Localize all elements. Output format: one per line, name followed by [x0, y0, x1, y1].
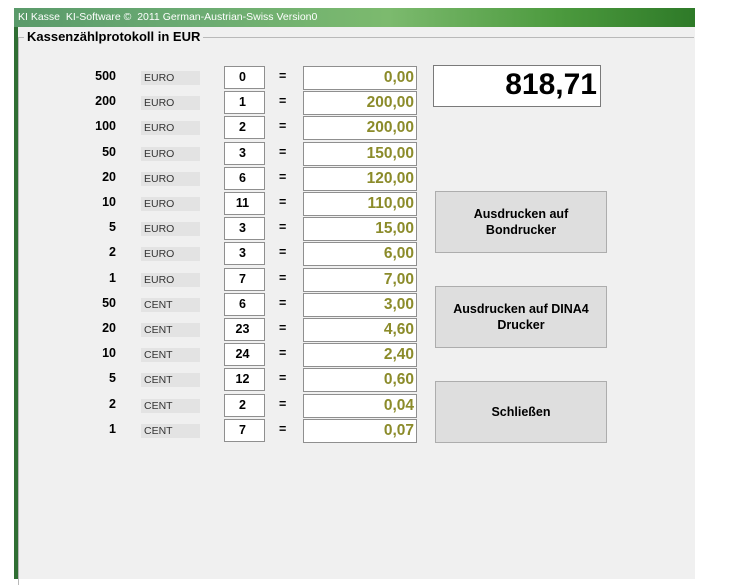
- amount-field: 2,40: [303, 343, 417, 367]
- denomination-label: 50: [102, 296, 116, 310]
- equals-sign: =: [279, 371, 287, 385]
- amount-field: 0,07: [303, 419, 417, 443]
- print-a4-button[interactable]: Ausdrucken auf DINA4 Drucker: [435, 286, 607, 348]
- count-input[interactable]: 6: [224, 293, 265, 316]
- denomination-label: 10: [102, 195, 116, 209]
- denomination-row: 50 EURO 3 = 150,00: [0, 142, 756, 166]
- denomination-row: 5 CENT 12 = 0,60: [0, 368, 756, 392]
- equals-sign: =: [279, 94, 287, 108]
- amount-field: 15,00: [303, 217, 417, 241]
- amount-field: 4,60: [303, 318, 417, 342]
- denomination-label: 10: [102, 346, 116, 360]
- denomination-label: 5: [109, 220, 116, 234]
- denomination-label: 5: [109, 371, 116, 385]
- total-display: 818,71: [433, 65, 601, 107]
- denomination-label: 2: [109, 397, 116, 411]
- amount-field: 0,00: [303, 66, 417, 90]
- unit-label: EURO: [141, 71, 200, 85]
- denomination-row: 20 EURO 6 = 120,00: [0, 167, 756, 191]
- equals-sign: =: [279, 346, 287, 360]
- count-input[interactable]: 1: [224, 91, 265, 114]
- amount-field: 150,00: [303, 142, 417, 166]
- amount-field: 6,00: [303, 242, 417, 266]
- denomination-label: 100: [95, 119, 116, 133]
- denomination-row: 100 EURO 2 = 200,00: [0, 116, 756, 140]
- denomination-label: 50: [102, 145, 116, 159]
- unit-label: EURO: [141, 222, 200, 236]
- denomination-row: 10 EURO 11 = 110,00: [0, 192, 756, 216]
- amount-field: 110,00: [303, 192, 417, 216]
- equals-sign: =: [279, 245, 287, 259]
- count-input[interactable]: 0: [224, 66, 265, 89]
- equals-sign: =: [279, 271, 287, 285]
- count-input[interactable]: 7: [224, 419, 265, 442]
- denomination-row: 50 CENT 6 = 3,00: [0, 293, 756, 317]
- count-input[interactable]: 7: [224, 268, 265, 291]
- count-input[interactable]: 3: [224, 217, 265, 240]
- denomination-label: 1: [109, 422, 116, 436]
- unit-label: EURO: [141, 147, 200, 161]
- equals-sign: =: [279, 119, 287, 133]
- count-input[interactable]: 2: [224, 116, 265, 139]
- denomination-row: 2 EURO 3 = 6,00: [0, 242, 756, 266]
- count-input[interactable]: 6: [224, 167, 265, 190]
- count-input[interactable]: 3: [224, 242, 265, 265]
- unit-label: EURO: [141, 197, 200, 211]
- count-input[interactable]: 2: [224, 394, 265, 417]
- denomination-label: 20: [102, 321, 116, 335]
- group-title: Kassenzählprotokoll in EUR: [24, 29, 204, 45]
- unit-label: EURO: [141, 247, 200, 261]
- unit-label: CENT: [141, 424, 200, 438]
- equals-sign: =: [279, 69, 287, 83]
- denomination-row: 2 CENT 2 = 0,04: [0, 394, 756, 418]
- denomination-row: 200 EURO 1 = 200,00: [0, 91, 756, 115]
- unit-label: CENT: [141, 323, 200, 337]
- count-input[interactable]: 11: [224, 192, 265, 215]
- equals-sign: =: [279, 220, 287, 234]
- denomination-row: 500 EURO 0 = 0,00: [0, 66, 756, 90]
- unit-label: CENT: [141, 348, 200, 362]
- equals-sign: =: [279, 145, 287, 159]
- denomination-row: 1 EURO 7 = 7,00: [0, 268, 756, 292]
- equals-sign: =: [279, 296, 287, 310]
- unit-label: CENT: [141, 373, 200, 387]
- amount-field: 3,00: [303, 293, 417, 317]
- amount-field: 200,00: [303, 91, 417, 115]
- unit-label: EURO: [141, 172, 200, 186]
- equals-sign: =: [279, 170, 287, 184]
- denomination-row: 20 CENT 23 = 4,60: [0, 318, 756, 342]
- equals-sign: =: [279, 195, 287, 209]
- denomination-row: 1 CENT 7 = 0,07: [0, 419, 756, 443]
- close-button[interactable]: Schließen: [435, 381, 607, 443]
- denomination-label: 20: [102, 170, 116, 184]
- denomination-row: 5 EURO 3 = 15,00: [0, 217, 756, 241]
- unit-label: CENT: [141, 298, 200, 312]
- denomination-row: 10 CENT 24 = 2,40: [0, 343, 756, 367]
- amount-field: 7,00: [303, 268, 417, 292]
- unit-label: EURO: [141, 273, 200, 287]
- equals-sign: =: [279, 397, 287, 411]
- denomination-label: 200: [95, 94, 116, 108]
- count-input[interactable]: 23: [224, 318, 265, 341]
- print-receipt-button[interactable]: Ausdrucken auf Bondrucker: [435, 191, 607, 253]
- amount-field: 200,00: [303, 116, 417, 140]
- count-input[interactable]: 12: [224, 368, 265, 391]
- amount-field: 0,60: [303, 368, 417, 392]
- denomination-label: 1: [109, 271, 116, 285]
- unit-label: EURO: [141, 121, 200, 135]
- window-titlebar: KI Kasse KI-Software © 2011 German-Austr…: [14, 8, 695, 27]
- count-input[interactable]: 24: [224, 343, 265, 366]
- equals-sign: =: [279, 321, 287, 335]
- denomination-label: 2: [109, 245, 116, 259]
- count-input[interactable]: 3: [224, 142, 265, 165]
- denomination-label: 500: [95, 69, 116, 83]
- equals-sign: =: [279, 422, 287, 436]
- amount-field: 120,00: [303, 167, 417, 191]
- amount-field: 0,04: [303, 394, 417, 418]
- unit-label: CENT: [141, 399, 200, 413]
- unit-label: EURO: [141, 96, 200, 110]
